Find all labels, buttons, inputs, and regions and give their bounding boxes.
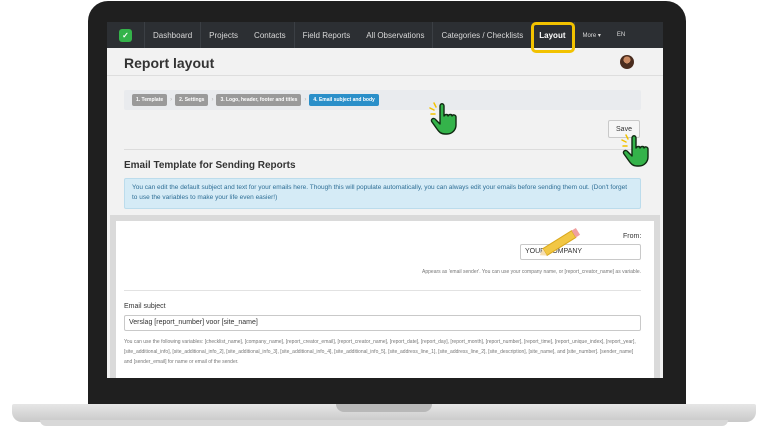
form-divider: [124, 290, 641, 291]
nav-more-menu[interactable]: More ▾: [573, 22, 609, 48]
nav-dashboard[interactable]: Dashboard: [144, 22, 200, 48]
from-label: From:: [623, 233, 642, 240]
email-subject-label: Email subject: [124, 303, 166, 310]
laptop-foot: [40, 420, 728, 426]
info-alert: You can edit the default subject and tex…: [124, 178, 641, 209]
page-title: Report layout: [124, 55, 215, 71]
email-subject-help-text: You can use the following variables: [ch…: [124, 339, 636, 365]
wizard-steps: 1. Template › 2. Settings › 3. Logo, hea…: [124, 90, 641, 110]
save-button[interactable]: Save: [608, 120, 640, 138]
step-logo-header-footer[interactable]: 3. Logo, header, footer and titles: [216, 94, 302, 106]
laptop-notch: [336, 404, 432, 412]
step-separator-icon: ›: [304, 97, 307, 103]
page-header: Report layout: [107, 48, 663, 76]
nav-contacts[interactable]: Contacts: [246, 22, 294, 48]
section-title: Email Template for Sending Reports: [124, 160, 296, 171]
step-separator-icon: ›: [170, 97, 173, 103]
app-screen: ✓ Dashboard Projects Contacts Field Repo…: [107, 22, 663, 378]
top-navigation: ✓ Dashboard Projects Contacts Field Repo…: [107, 22, 663, 48]
nav-layout[interactable]: Layout: [531, 22, 573, 48]
step-settings[interactable]: 2. Settings: [175, 94, 209, 106]
nav-field-reports[interactable]: Field Reports: [293, 22, 359, 48]
from-input[interactable]: YOUR COMPANY: [520, 244, 641, 260]
nav-projects[interactable]: Projects: [200, 22, 246, 48]
user-avatar[interactable]: [620, 55, 634, 69]
from-help-text: Appears as 'email sender'. You can use y…: [422, 269, 641, 275]
step-separator-icon: ›: [211, 97, 214, 103]
section-divider: [124, 149, 641, 150]
nav-language[interactable]: EN: [609, 22, 633, 48]
step-template[interactable]: 1. Template: [132, 94, 168, 106]
email-subject-input[interactable]: Verslag [report_number] voor [site_name]: [124, 315, 641, 331]
nav-all-observations[interactable]: All Observations: [358, 22, 432, 48]
nav-categories-checklists[interactable]: Categories / Checklists: [432, 22, 531, 48]
step-email-subject-body[interactable]: 4. Email subject and body: [309, 94, 379, 106]
app-logo-icon[interactable]: ✓: [119, 28, 132, 42]
